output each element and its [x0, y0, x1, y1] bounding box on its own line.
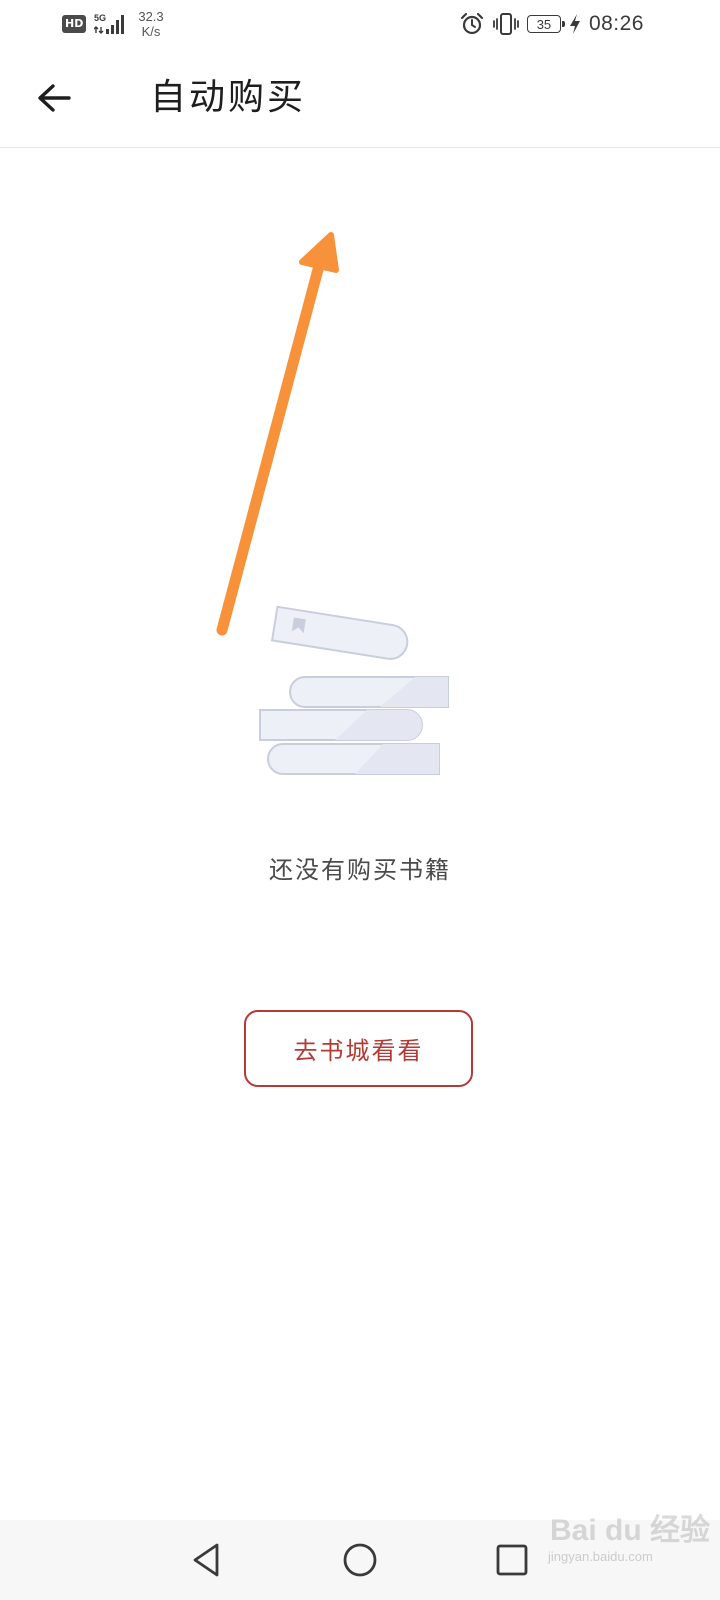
battery-icon: 35 [526, 15, 565, 33]
vibrate-icon [493, 13, 519, 35]
nav-home-button[interactable] [336, 1536, 384, 1584]
charging-icon [569, 14, 580, 34]
signal-icon: 5G [94, 13, 125, 34]
network-speed: 32.3 K/s [138, 9, 163, 39]
home-circle-icon [343, 1543, 377, 1577]
empty-message: 还没有购买书籍 [269, 856, 451, 884]
go-to-bookstore-button[interactable]: 去书城看看 [244, 1010, 473, 1087]
app-bar: 自动购买 [0, 48, 720, 148]
recents-square-icon [496, 1544, 528, 1576]
nav-back-button[interactable] [182, 1536, 230, 1584]
screen: HD 5G 32.3 K/s 35 08:26 自动购买 还没有购买书籍 去书城… [0, 0, 720, 1600]
nav-recents-button[interactable] [488, 1536, 536, 1584]
back-button[interactable] [30, 74, 78, 122]
speed-value: 32.3 [138, 9, 164, 24]
page-title: 自动购买 [150, 77, 307, 118]
back-triangle-icon [193, 1543, 219, 1577]
alarm-icon [460, 12, 484, 35]
status-bar: HD 5G 32.3 K/s 35 08:26 [0, 0, 720, 48]
stacked-books-icon [259, 605, 449, 775]
back-arrow-icon [38, 84, 71, 112]
network-type-label: 5G [94, 13, 106, 23]
battery-level: 35 [536, 16, 552, 32]
speed-unit: K/s [141, 24, 161, 39]
clock: 08:26 [588, 12, 644, 35]
navigation-bar [0, 1520, 720, 1600]
status-right: 35 08:26 [459, 8, 644, 40]
hd-badge: HD [62, 15, 87, 33]
annotation-arrow [216, 232, 339, 636]
signal-group: 5G [94, 12, 130, 36]
status-left: HD 5G 32.3 K/s [62, 6, 164, 42]
